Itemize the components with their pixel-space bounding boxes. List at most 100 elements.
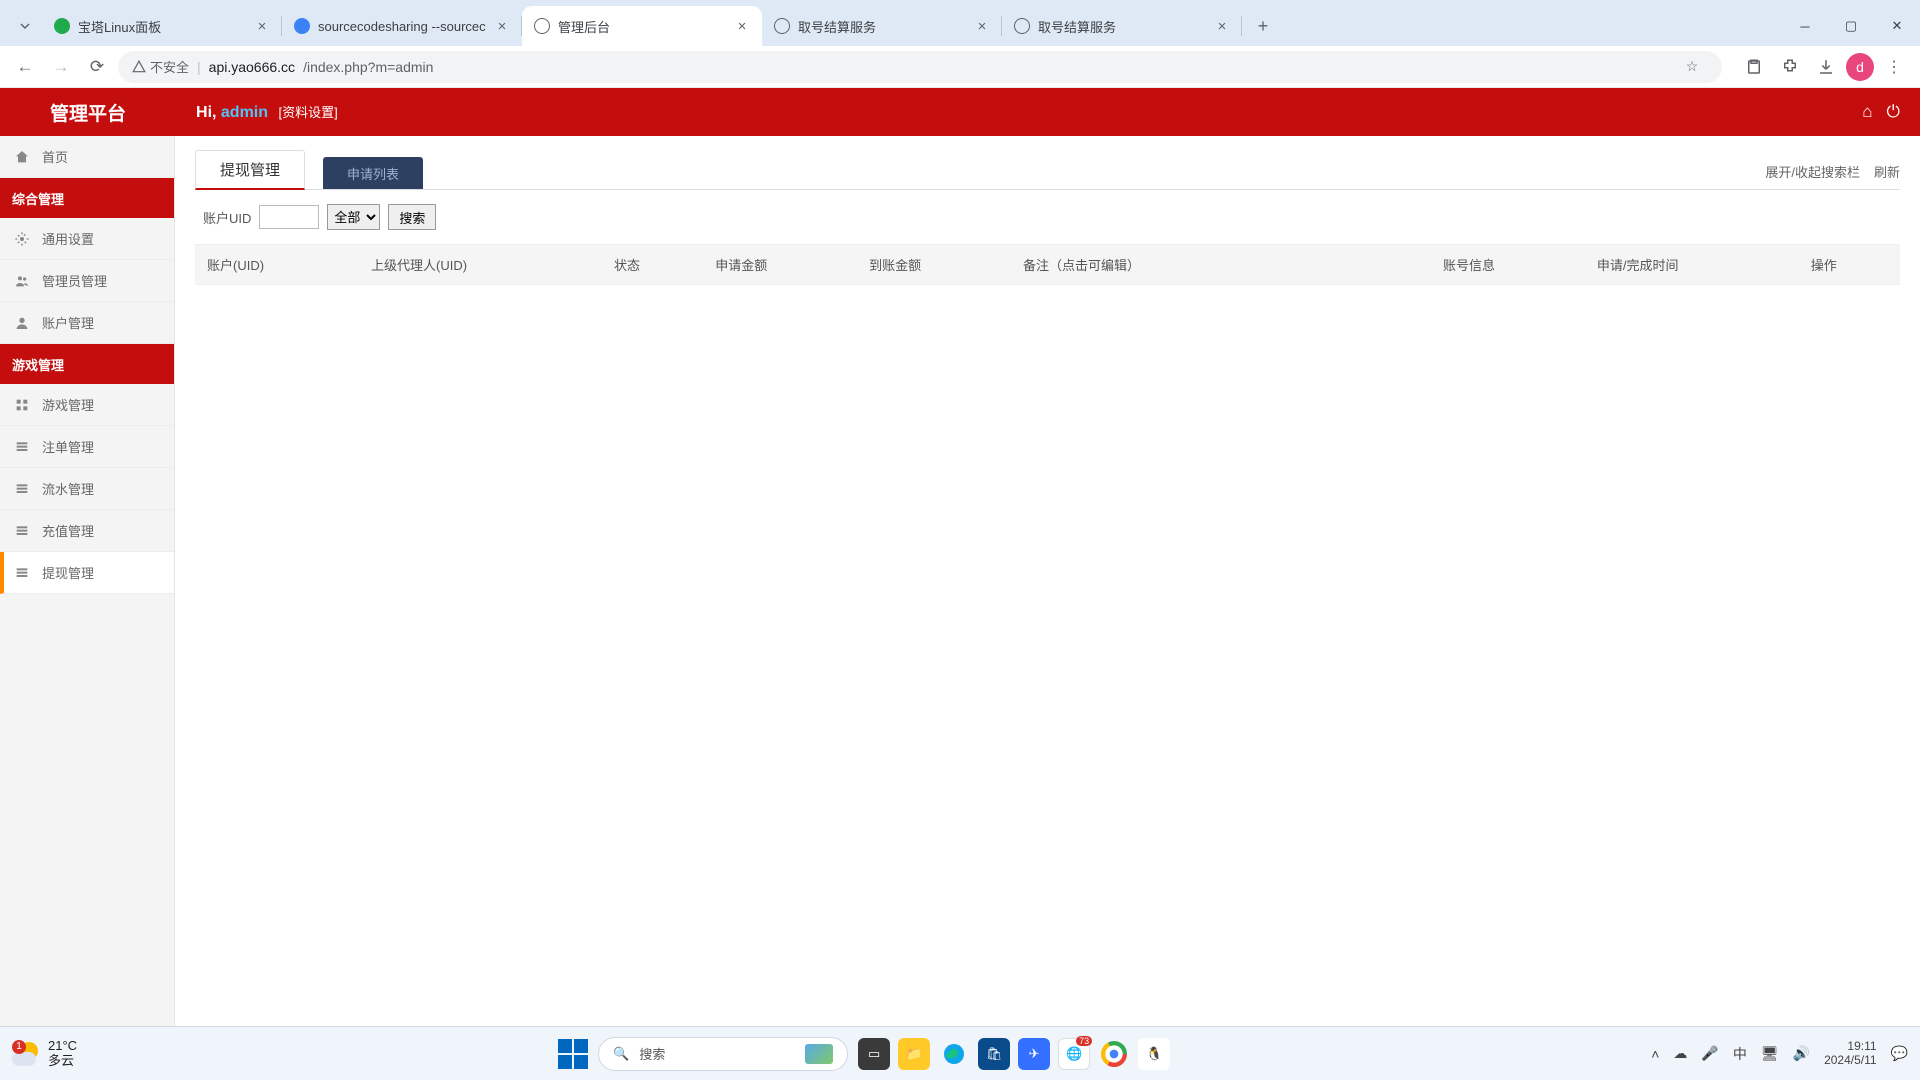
browser-tab[interactable]: sourcecodesharing --sourcec × (282, 6, 522, 46)
col-status: 状态 (602, 245, 703, 285)
favicon-icon (294, 18, 310, 34)
tab-apply-list[interactable]: 申请列表 (323, 157, 423, 189)
col-receive-amount: 到账金额 (857, 245, 1011, 285)
reading-list-icon[interactable] (1738, 51, 1770, 83)
extensions-icon[interactable] (1774, 51, 1806, 83)
sidebar-item-account-manage[interactable]: 账户管理 (0, 302, 174, 344)
browser-tab[interactable]: 宝塔Linux面板 × (42, 6, 282, 46)
app-header: 管理平台 Hi, admin [资料设置] ⌂ ⏻ (0, 88, 1920, 136)
minimize-button[interactable]: ─ (1782, 6, 1828, 46)
tab-title: 宝塔Linux面板 (78, 17, 246, 36)
close-icon[interactable]: × (494, 18, 510, 34)
tab-search-dropdown[interactable] (8, 6, 42, 46)
browser-tab[interactable]: 取号结算服务 × (762, 6, 1002, 46)
page-tabs: 提现管理 申请列表 展开/收起搜索栏 刷新 (195, 150, 1900, 190)
bookmark-icon[interactable]: ☆ (1676, 51, 1708, 83)
tab-withdraw-manage[interactable]: 提现管理 (195, 150, 305, 190)
tab-title: 管理后台 (558, 17, 726, 36)
feishu-icon[interactable]: ✈ (1018, 1038, 1050, 1070)
tab-title: sourcecodesharing --sourcec (318, 19, 486, 34)
browser-tab[interactable]: 取号结算服务 × (1002, 6, 1242, 46)
menu-icon[interactable]: ⋮ (1878, 51, 1910, 83)
address-bar[interactable]: 不安全 | api.yao666.cc/index.php?m=admin ☆ (118, 51, 1722, 83)
clock[interactable]: 19:112024/5/11 (1824, 1040, 1877, 1068)
col-account: 账户(UID) (195, 245, 359, 285)
uid-input[interactable] (259, 205, 319, 229)
sidebar-item-general-settings[interactable]: 通用设置 (0, 218, 174, 260)
sidebar: 首页 综合管理 通用设置 管理员管理 账户管理 游戏管理 游戏管理 注单管理 流… (0, 136, 175, 1026)
mic-icon[interactable]: 🎤 (1701, 1045, 1718, 1062)
greeting: Hi, admin [资料设置] (196, 102, 338, 122)
volume-icon[interactable]: 🔊 (1793, 1045, 1810, 1062)
close-window-button[interactable]: ✕ (1874, 6, 1920, 46)
qq-icon[interactable]: 🐧 (1138, 1038, 1170, 1070)
username: admin (221, 104, 268, 121)
profile-avatar[interactable]: d (1846, 53, 1874, 81)
profile-settings-link[interactable]: [资料设置] (278, 105, 337, 120)
data-table: 账户(UID) 上级代理人(UID) 状态 申请金额 到账金额 备注（点击可编辑… (195, 244, 1900, 285)
start-button[interactable] (558, 1039, 588, 1069)
search-button[interactable]: 搜索 (388, 204, 436, 230)
search-placeholder: 搜索 (639, 1044, 665, 1063)
weather-widget[interactable]: 1 21°C多云 (12, 1039, 77, 1069)
close-icon[interactable]: × (254, 18, 270, 34)
downloads-icon[interactable] (1810, 51, 1842, 83)
taskbar-search[interactable]: 🔍 搜索 (598, 1037, 848, 1071)
sidebar-item-game-manage[interactable]: 游戏管理 (0, 384, 174, 426)
back-button[interactable]: ← (10, 52, 40, 82)
weather-temp: 21°C (48, 1039, 77, 1054)
network-icon[interactable]: 🖥 (1761, 1045, 1779, 1062)
system-tray: ˄ ☁ 🎤 中 🖥 🔊 19:112024/5/11 💬 (1651, 1040, 1908, 1068)
store-icon[interactable]: 🛍 (978, 1038, 1010, 1070)
tray-overflow-icon[interactable]: ˄ (1651, 1046, 1659, 1062)
sidebar-item-bet-manage[interactable]: 注单管理 (0, 426, 174, 468)
search-bar: 账户UID 全部 搜索 (195, 190, 1900, 244)
col-agent: 上级代理人(UID) (359, 245, 602, 285)
url-host: api.yao666.cc (209, 59, 295, 75)
edge-icon[interactable] (938, 1038, 970, 1070)
sidebar-item-recharge-manage[interactable]: 充值管理 (0, 510, 174, 552)
power-icon[interactable]: ⏻ (1887, 102, 1900, 122)
onedrive-icon[interactable]: ☁ (1673, 1045, 1687, 1062)
new-tab-button[interactable]: + (1246, 9, 1280, 43)
browser-chrome: 宝塔Linux面板× sourcecodesharing --sourcec× … (0, 0, 1920, 88)
uid-label: 账户UID (203, 208, 251, 227)
browser-toolbar: ← → ⟳ 不安全 | api.yao666.cc/index.php?m=ad… (0, 46, 1920, 88)
sidebar-item-withdraw-manage[interactable]: 提现管理 (0, 552, 174, 594)
tab-title: 取号结算服务 (1038, 17, 1206, 36)
url-path: /index.php?m=admin (303, 59, 433, 75)
taskbar-apps: ▭ 📁 🛍 ✈ 🌐73 🐧 (858, 1038, 1170, 1070)
favicon-icon (534, 18, 550, 34)
home-icon[interactable]: ⌂ (1862, 102, 1872, 122)
refresh-link[interactable]: 刷新 (1874, 162, 1900, 181)
app-title: 管理平台 (50, 99, 126, 126)
col-action: 操作 (1799, 245, 1900, 285)
reload-button[interactable]: ⟳ (82, 52, 112, 82)
explorer-icon[interactable]: 📁 (898, 1038, 930, 1070)
chrome-icon[interactable] (1098, 1038, 1130, 1070)
taskbar: 1 21°C多云 🔍 搜索 ▭ 📁 🛍 ✈ 🌐73 🐧 ˄ ☁ 🎤 中 🖥 🔊 … (0, 1026, 1920, 1080)
forward-button[interactable]: → (46, 52, 76, 82)
sidebar-item-admin-manage[interactable]: 管理员管理 (0, 260, 174, 302)
sidebar-item-flow-manage[interactable]: 流水管理 (0, 468, 174, 510)
col-remark: 备注（点击可编辑） (1011, 245, 1431, 285)
browser-tab-active[interactable]: 管理后台 × (522, 6, 762, 46)
notifications-icon[interactable]: 💬 (1891, 1045, 1908, 1062)
main-content: 提现管理 申请列表 展开/收起搜索栏 刷新 账户UID 全部 搜索 账户(UID… (175, 136, 1920, 1026)
sidebar-item-home[interactable]: 首页 (0, 136, 174, 178)
col-time: 申请/完成时间 (1585, 245, 1799, 285)
ime-icon[interactable]: 中 (1733, 1044, 1747, 1064)
security-warning: 不安全 (132, 57, 189, 76)
close-icon[interactable]: × (734, 18, 750, 34)
status-select[interactable]: 全部 (327, 204, 380, 230)
tab-title: 取号结算服务 (798, 17, 966, 36)
sidebar-category-general: 综合管理 (0, 178, 174, 218)
toggle-search-link[interactable]: 展开/收起搜索栏 (1765, 162, 1860, 181)
close-icon[interactable]: × (1214, 18, 1230, 34)
maximize-button[interactable]: ▢ (1828, 6, 1874, 46)
close-icon[interactable]: × (974, 18, 990, 34)
col-apply-amount: 申请金额 (703, 245, 857, 285)
taskview-icon[interactable]: ▭ (858, 1038, 890, 1070)
weather-icon: 1 (12, 1040, 40, 1068)
app-unknown-icon[interactable]: 🌐73 (1058, 1038, 1090, 1070)
